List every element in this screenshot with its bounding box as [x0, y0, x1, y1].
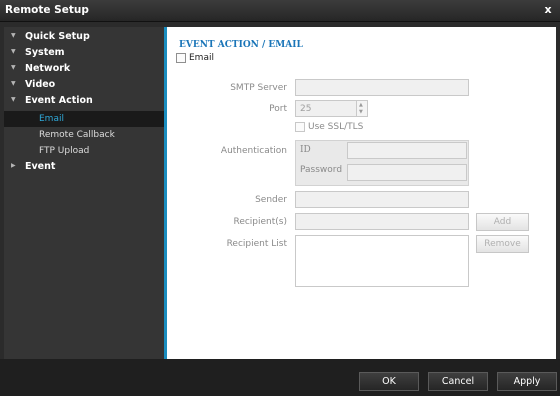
sidebar-item-label: Network [25, 63, 71, 74]
title-bar: Remote Setup x [0, 0, 560, 22]
password-label: Password [300, 165, 343, 175]
triangle-down-icon: ▼ [11, 96, 16, 103]
port-field[interactable]: 25 [295, 100, 357, 117]
sidebar-item-label: Event [25, 161, 56, 172]
sidebar-item-network[interactable]: ▼ Network [4, 61, 164, 77]
sidebar-subitem-remote-callback[interactable]: Remote Callback [4, 127, 164, 143]
sidebar: ▼ Quick Setup ▼ System ▼ Network ▼ Video… [4, 27, 164, 359]
sidebar-item-system[interactable]: ▼ System [4, 45, 164, 61]
email-settings-panel: EVENT ACTION / EMAIL Email SMTP Server P… [164, 27, 556, 359]
port-label: Port [269, 104, 287, 114]
page-title: EVENT ACTION / EMAIL [179, 40, 303, 50]
id-label: ID [300, 145, 311, 155]
chevron-down-icon[interactable]: ▼ [359, 109, 363, 115]
sidebar-item-label: System [25, 47, 65, 58]
sidebar-subitem-label: Email [39, 114, 64, 124]
apply-button[interactable]: Apply [497, 372, 557, 391]
password-field[interactable] [347, 164, 467, 181]
email-checkbox-label: Email [189, 53, 214, 63]
sender-label: Sender [255, 195, 287, 205]
sidebar-item-label: Video [25, 79, 56, 90]
sidebar-item-label: Quick Setup [25, 31, 90, 42]
triangle-down-icon: ▼ [11, 80, 16, 87]
ok-button[interactable]: OK [359, 372, 419, 391]
triangle-right-icon: ▶ [11, 162, 16, 169]
cancel-button[interactable]: Cancel [428, 372, 488, 391]
recipient-list-label: Recipient List [226, 239, 287, 249]
use-ssl-tls-checkbox[interactable] [295, 122, 305, 132]
triangle-down-icon: ▼ [11, 32, 16, 39]
add-recipient-button[interactable]: Add [476, 213, 529, 231]
recipients-field[interactable] [295, 213, 469, 230]
smtp-server-label: SMTP Server [230, 83, 287, 93]
email-checkbox[interactable] [176, 53, 186, 63]
smtp-server-field[interactable] [295, 79, 469, 96]
triangle-down-icon: ▼ [11, 48, 16, 55]
sidebar-subitem-ftp-upload[interactable]: FTP Upload [4, 143, 164, 159]
sidebar-subitem-label: Remote Callback [39, 130, 115, 140]
sender-field[interactable] [295, 191, 469, 208]
sidebar-subitem-email[interactable]: Email [4, 111, 164, 127]
use-ssl-tls-label: Use SSL/TLS [308, 122, 364, 132]
chevron-up-icon[interactable]: ▲ [359, 102, 363, 108]
footer-bar: OK Cancel Apply [0, 359, 560, 396]
recipient-list[interactable] [295, 235, 469, 287]
sidebar-subitem-label: FTP Upload [39, 146, 90, 156]
sidebar-item-event[interactable]: ▶ Event [4, 159, 164, 175]
window-title: Remote Setup [5, 4, 89, 16]
close-icon[interactable]: x [542, 3, 554, 16]
remote-setup-window: Remote Setup x ▼ Quick Setup ▼ System ▼ … [0, 0, 560, 396]
remove-recipient-button[interactable]: Remove [476, 235, 529, 253]
sidebar-item-label: Event Action [25, 95, 93, 106]
sidebar-item-event-action[interactable]: ▼ Event Action [4, 93, 164, 109]
sidebar-item-video[interactable]: ▼ Video [4, 77, 164, 93]
port-stepper[interactable]: ▲ ▼ [356, 100, 368, 117]
recipients-label: Recipient(s) [233, 217, 287, 227]
sidebar-item-quick-setup[interactable]: ▼ Quick Setup [4, 29, 164, 45]
triangle-down-icon: ▼ [11, 64, 16, 71]
authentication-label: Authentication [220, 146, 287, 156]
id-field[interactable] [347, 142, 467, 159]
